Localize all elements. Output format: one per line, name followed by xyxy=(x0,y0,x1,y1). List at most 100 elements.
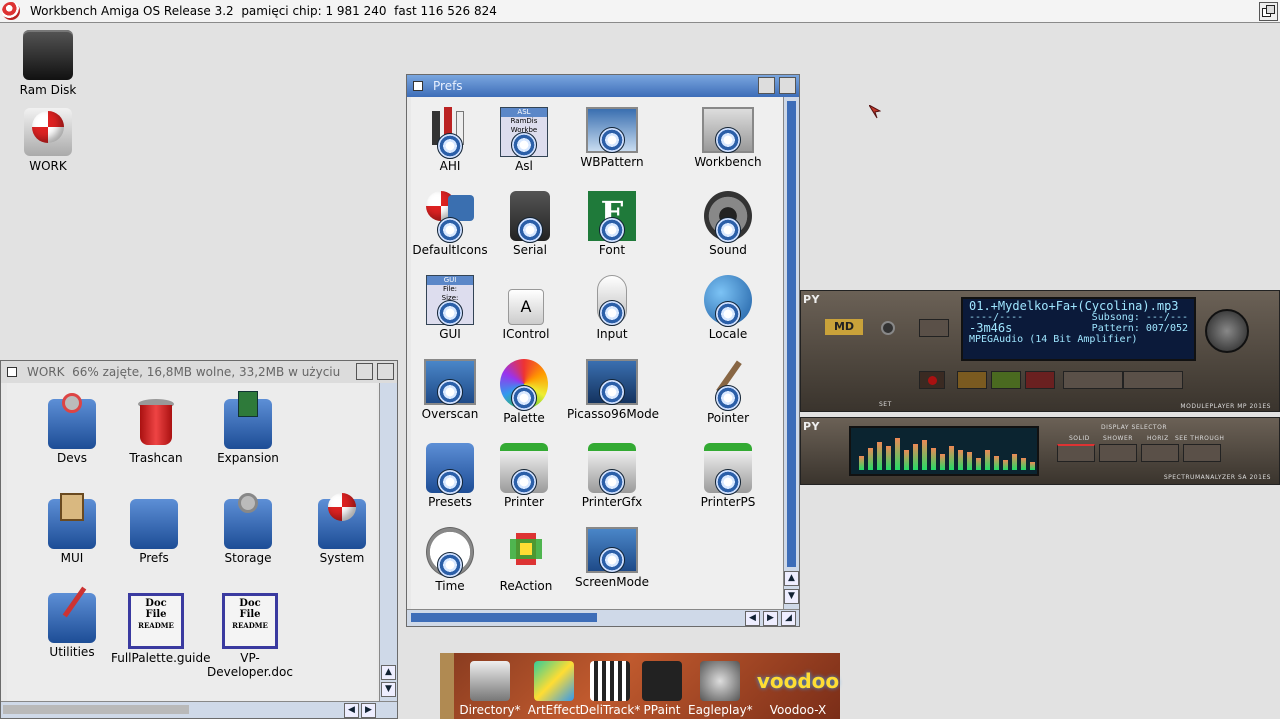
desktop-icon-ram-disk[interactable]: Ram Disk xyxy=(8,30,88,97)
app-dock[interactable]: Directory* ArtEffect DeliTrack* PPaint E… xyxy=(440,653,840,719)
horizontal-scroll-knob[interactable] xyxy=(411,613,597,622)
drawer-storage[interactable]: Storage xyxy=(203,493,293,565)
record-button[interactable] xyxy=(919,371,945,389)
scroll-up-arrow-icon[interactable]: ▲ xyxy=(784,571,799,586)
dock-item-voodoo-x[interactable]: voodoo Voodoo-X xyxy=(750,653,846,717)
pause-button[interactable] xyxy=(957,371,987,389)
eject-button[interactable] xyxy=(919,319,949,337)
close-gadget-icon[interactable] xyxy=(413,81,423,91)
module-player-window[interactable]: PY MD 01.+Mydelko+Fa+(Cycolina).mp3 ----/… xyxy=(800,290,1280,412)
icon-label: VP-Developer.doc xyxy=(207,651,293,679)
drawer-prefs[interactable]: Prefs xyxy=(109,499,199,565)
icon-label: Locale xyxy=(708,327,748,341)
prefs-picasso96mode[interactable]: Picasso96Mode xyxy=(567,359,660,421)
dock-item-directory[interactable]: Directory* xyxy=(458,653,522,717)
resize-gadget-icon[interactable]: ◢ xyxy=(781,611,796,626)
horizontal-scroll-knob[interactable] xyxy=(3,705,189,714)
scroll-left-arrow-icon[interactable]: ◀ xyxy=(344,703,359,718)
globe-icon xyxy=(704,275,752,327)
drawer-expansion[interactable]: Expansion xyxy=(203,391,293,465)
prefs-vertical-scrollbar[interactable]: ▲ ▼ xyxy=(783,97,799,609)
prefs-icontrol[interactable]: A IControl xyxy=(481,275,571,341)
dock-item-arteffect[interactable]: ArtEffect xyxy=(522,653,586,717)
amiga-boing-logo-icon[interactable] xyxy=(2,2,20,20)
file-fullpalette-guide[interactable]: Doc File README FullPalette.guide xyxy=(111,593,210,665)
prefs-workbench[interactable]: Workbench xyxy=(683,107,773,169)
work-vertical-scrollbar[interactable]: ▲ ▼ xyxy=(379,383,397,701)
solid-mode-button[interactable] xyxy=(1057,444,1095,462)
prefs-horizontal-scrollbar[interactable]: ◀ ▶ ◢ xyxy=(407,609,799,626)
prefs-wbpattern[interactable]: WBPattern xyxy=(567,107,657,169)
skip-buttons[interactable] xyxy=(1123,371,1183,389)
prefs-defaulticons[interactable]: DefaultIcons xyxy=(411,191,495,257)
prefs-window-title-bar[interactable]: Prefs xyxy=(407,75,799,97)
screen-depth-gadget-icon[interactable] xyxy=(1259,2,1278,21)
depth-gadget-icon[interactable] xyxy=(779,77,796,94)
dock-item-delitrack[interactable]: DeliTrack* xyxy=(578,653,642,717)
prefs-sound[interactable]: Sound xyxy=(683,191,773,257)
prefs-printer[interactable]: Printer xyxy=(479,443,569,509)
prefs-printerps[interactable]: PrinterPS xyxy=(683,443,773,509)
shower-mode-button[interactable] xyxy=(1099,444,1137,462)
spectrum-analyzer-window[interactable]: PY DISPLAY SELECTOR SOLID SHOWER HORIZ S… xyxy=(800,417,1280,485)
scroll-right-arrow-icon[interactable]: ▶ xyxy=(763,611,778,626)
prefs-asl[interactable]: ASL RamDis Workbe Asl xyxy=(479,107,569,173)
scroll-up-arrow-icon[interactable]: ▲ xyxy=(381,665,396,680)
prefs-reaction[interactable]: ReAction xyxy=(481,527,571,593)
close-gadget-icon[interactable] xyxy=(7,367,17,377)
drawer-mui[interactable]: MUI xyxy=(27,493,117,565)
screen-title-bar[interactable]: Workbench Amiga OS Release 3.2 pamięci c… xyxy=(0,0,1280,23)
asl-icon-text: RamDis xyxy=(510,117,538,125)
spectrum-bar xyxy=(940,454,945,470)
work-icon-area[interactable]: Devs Trashcan Expansion MUI Prefs Storag… xyxy=(7,383,377,701)
dock-item-eagleplay[interactable]: Eagleplay* xyxy=(688,653,753,717)
track-title: 01.+Mydelko+Fa+(Cycolina).mp3 xyxy=(969,299,1179,313)
scroll-right-arrow-icon[interactable]: ▶ xyxy=(361,703,376,718)
stop-button[interactable] xyxy=(1025,371,1055,389)
prefs-icon-area[interactable]: AHI ASL RamDis Workbe Asl WBPattern Work… xyxy=(411,97,783,609)
drawer-icon xyxy=(48,393,96,449)
horiz-mode-button[interactable] xyxy=(1141,444,1179,462)
icon-label: MUI xyxy=(60,551,84,565)
work-window-title-bar[interactable]: WORK 66% zajęte, 16,8MB wolne, 33,2MB w … xyxy=(1,361,397,383)
zoom-gadget-icon[interactable] xyxy=(758,77,775,94)
prefs-printergfx[interactable]: PrinterGfx xyxy=(567,443,657,509)
icon-label: Sound xyxy=(709,243,747,257)
prefs-serial[interactable]: Serial xyxy=(485,191,575,257)
prefs-screenmode[interactable]: ScreenMode xyxy=(567,527,657,589)
reaction-arrows-icon xyxy=(502,527,550,577)
prefs-input[interactable]: Input xyxy=(567,275,657,341)
prefs-palette[interactable]: Palette xyxy=(479,359,569,425)
see-through-mode-button[interactable] xyxy=(1183,444,1221,462)
play-button[interactable] xyxy=(991,371,1021,389)
scroll-down-arrow-icon[interactable]: ▼ xyxy=(381,682,396,697)
zoom-gadget-icon[interactable] xyxy=(356,363,373,380)
work-window[interactable]: WORK 66% zajęte, 16,8MB wolne, 33,2MB w … xyxy=(0,360,398,719)
prefs-font[interactable]: F Font xyxy=(567,191,657,257)
desktop-icon-work[interactable]: WORK xyxy=(8,108,88,173)
prefs-pointer[interactable]: Pointer xyxy=(683,359,773,425)
volume-knob-icon[interactable] xyxy=(1205,309,1249,353)
spectrum-bar xyxy=(994,456,999,470)
vertical-scroll-knob[interactable] xyxy=(787,101,796,567)
spectrum-bar xyxy=(895,438,900,470)
depth-gadget-icon[interactable] xyxy=(377,363,394,380)
prefs-window[interactable]: Prefs AHI ASL RamDis Workbe Asl WBPatter… xyxy=(406,74,800,627)
seek-buttons[interactable] xyxy=(1063,371,1123,389)
scroll-left-arrow-icon[interactable]: ◀ xyxy=(745,611,760,626)
dock-item-ppaint[interactable]: PPaint xyxy=(634,653,690,717)
work-window-title: WORK 66% zajęte, 16,8MB wolne, 33,2MB w … xyxy=(27,365,341,379)
icon-label: Picasso96Mode xyxy=(567,407,660,421)
dock-label: ArtEffect xyxy=(527,703,581,717)
drawer-utilities[interactable]: Utilities xyxy=(27,586,117,659)
icon-label: Asl xyxy=(515,159,533,173)
drawer-devs[interactable]: Devs xyxy=(27,393,117,465)
drawer-system[interactable]: System xyxy=(297,493,377,565)
ram-disk-icon xyxy=(23,30,73,80)
file-vp-developer-doc[interactable]: Doc File README VP-Developer.doc xyxy=(205,593,295,679)
scroll-down-arrow-icon[interactable]: ▼ xyxy=(784,589,799,604)
asl-icon-text: ASL xyxy=(501,108,547,117)
work-horizontal-scrollbar[interactable]: ◀ ▶ xyxy=(1,701,397,718)
trashcan[interactable]: Trashcan xyxy=(111,399,201,465)
prefs-locale[interactable]: Locale xyxy=(683,275,773,341)
